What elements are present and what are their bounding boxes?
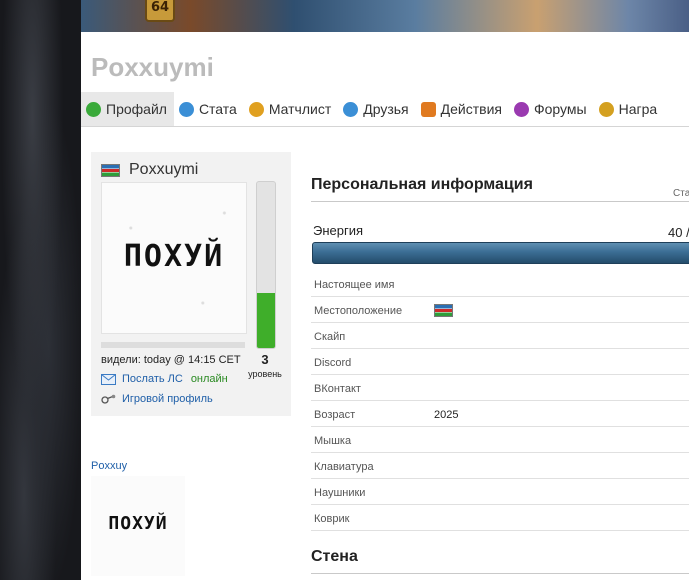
card-username: Poxxuymi (129, 161, 199, 178)
level-progress-bar (256, 181, 276, 349)
tab-stats[interactable]: Стата (174, 92, 244, 126)
tab-label: Матчлист (268, 101, 332, 117)
tab-awards[interactable]: Награ (594, 92, 665, 126)
energy-bar (312, 242, 689, 264)
profile-card: Poxxuymi ПОХУЙ 3 уровень видели: today @… (91, 152, 291, 416)
friends-icon (343, 101, 359, 117)
card-header: Poxxuymi (101, 161, 198, 179)
stats-icon (178, 101, 194, 117)
tab-actions[interactable]: Действия (416, 92, 509, 126)
info-row-real-name: Настоящее имя (311, 271, 689, 297)
message-row: Послать ЛС онлайн (101, 373, 228, 385)
info-row-keyboard: Клавиатура (311, 453, 689, 479)
level-label: уровень (248, 369, 282, 379)
info-label: Discord (314, 357, 352, 369)
tab-profile[interactable]: Профайл (81, 92, 174, 126)
info-label: Клавиатура (314, 461, 374, 473)
info-row-mouse: Мышка (311, 427, 689, 453)
profile-icon (86, 101, 101, 117)
info-row-location: Местоположение (311, 297, 689, 323)
profile-page: 64 Poxxuymi Профайл Стата Матчлист Друзь… (81, 0, 689, 580)
info-label: ВКонтакт (314, 383, 361, 395)
game-profile-row: Игровой профиль (101, 393, 213, 405)
info-label: Скайп (314, 331, 346, 343)
send-message-link[interactable]: Послать ЛС (122, 373, 183, 385)
section-divider (311, 201, 689, 202)
actions-icon (420, 101, 436, 117)
info-row-headphones: Наушники (311, 479, 689, 505)
flag-icon (101, 163, 120, 177)
level-progress-fill (257, 293, 275, 348)
last-seen: видели: today @ 14:15 CET (101, 354, 241, 366)
info-row-age: Возраст 2025 (311, 401, 689, 427)
tab-matchlist[interactable]: Матчлист (244, 92, 338, 126)
info-label: Возраст (314, 409, 356, 421)
avatar-progress-bar (101, 342, 245, 348)
tab-label: Награ (618, 101, 658, 117)
energy-value: 40 / (668, 225, 689, 240)
wall-title: Стена (311, 548, 358, 565)
personal-info-title: Персональная информация (311, 176, 533, 193)
friend-avatar[interactable]: ПОХУЙ (91, 476, 185, 576)
steam-icon (101, 394, 116, 404)
page-title: Poxxuymi (91, 52, 214, 82)
friend-name-link[interactable]: Poxxuy (91, 460, 127, 472)
personal-info-table: Настоящее имя Местоположение Скайп Disco… (311, 271, 689, 531)
stats-truncated-label: Ста (673, 188, 689, 199)
header-banner: 64 (81, 0, 689, 32)
info-row-vkontakte: ВКонтакт (311, 375, 689, 401)
section-divider (311, 573, 689, 574)
info-row-discord: Discord (311, 349, 689, 375)
flag-icon (434, 304, 453, 317)
info-row-mousepad: Коврик (311, 505, 689, 531)
info-label: Наушники (314, 487, 366, 499)
friend-avatar-text: ПОХУЙ (108, 513, 168, 534)
tab-friends[interactable]: Друзья (338, 92, 415, 126)
avatar: ПОХУЙ (101, 182, 247, 334)
tab-label: Профайл (106, 101, 167, 117)
info-label: Местоположение (314, 305, 403, 317)
info-value: 2025 (434, 409, 459, 421)
energy-label: Энергия (313, 223, 364, 238)
game-profile-link[interactable]: Игровой профиль (122, 393, 213, 405)
tab-label: Друзья (363, 101, 409, 117)
matchlist-icon (248, 101, 264, 117)
tab-label: Стата (198, 101, 237, 117)
envelope-icon (101, 373, 116, 385)
online-status: онлайн (190, 373, 228, 385)
background-art (0, 0, 81, 580)
avatar-text: ПОХУЙ (123, 239, 225, 274)
tab-label: Форумы (533, 101, 587, 117)
forums-icon (513, 101, 529, 117)
info-label: Мышка (314, 435, 352, 447)
info-label: Настоящее имя (314, 279, 395, 291)
info-label: Коврик (314, 513, 350, 525)
level-badge: 64 (145, 0, 175, 22)
tab-label: Действия (440, 101, 502, 117)
awards-icon (598, 101, 614, 117)
info-row-skype: Скайп (311, 323, 689, 349)
profile-tabs: Профайл Стата Матчлист Друзья Действия Ф… (81, 92, 689, 127)
tab-forums[interactable]: Форумы (509, 92, 594, 126)
level-number: 3 (261, 352, 269, 367)
